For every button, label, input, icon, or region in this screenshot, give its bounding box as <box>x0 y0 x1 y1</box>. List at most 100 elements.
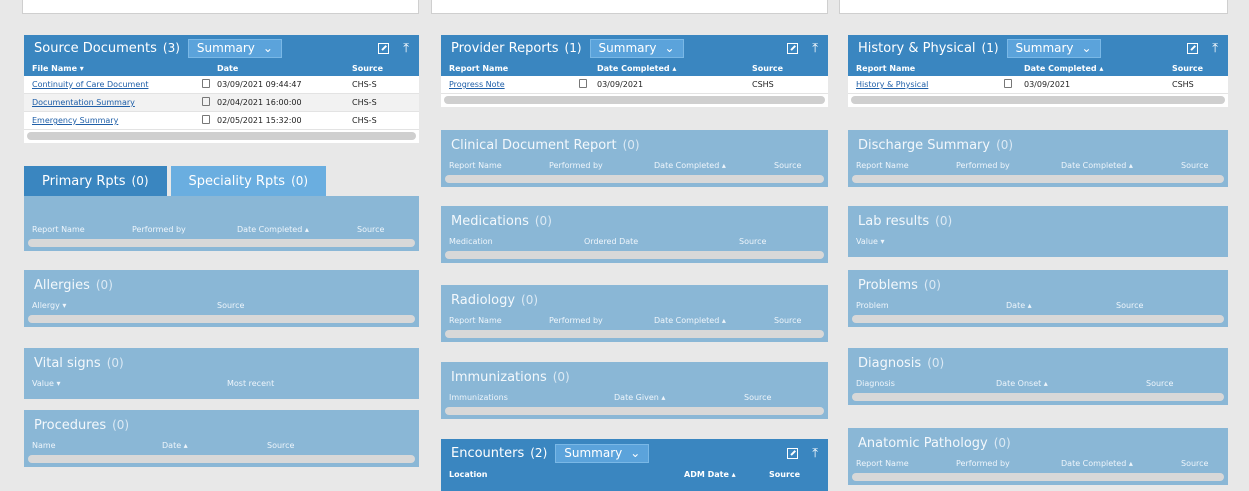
table-row[interactable]: Progress Note 03/09/2021 CSHS <box>441 76 828 94</box>
summary-dropdown[interactable]: Summary ⌄ <box>589 38 684 58</box>
col-date-completed[interactable]: Date Completed ▴ <box>237 225 357 234</box>
col-source[interactable]: Source <box>774 316 801 325</box>
col-source[interactable]: Source <box>739 237 766 246</box>
horizontal-scrollbar[interactable] <box>445 330 824 338</box>
col-source[interactable]: Source <box>774 161 801 170</box>
col-source[interactable]: Source <box>752 64 783 73</box>
col-source[interactable]: Source <box>1146 379 1173 388</box>
col-report-name[interactable]: Report Name <box>856 64 1024 73</box>
col-report-name[interactable]: Report Name <box>32 225 132 234</box>
col-problem[interactable]: Problem <box>856 301 1006 310</box>
col-date-completed[interactable]: Date Completed ▴ <box>654 316 774 325</box>
horizontal-scrollbar[interactable] <box>852 473 1224 481</box>
col-source[interactable]: Source <box>357 225 384 234</box>
col-report-name[interactable]: Report Name <box>856 161 956 170</box>
document-icon[interactable] <box>202 79 210 88</box>
col-immunizations[interactable]: Immunizations <box>449 393 614 402</box>
external-window-icon[interactable] <box>378 42 390 54</box>
document-icon[interactable] <box>1004 79 1012 88</box>
table-row[interactable]: Continuity of Care Document 03/09/2021 0… <box>24 76 419 94</box>
col-date[interactable]: Date <box>217 64 352 73</box>
tab-primary-rpts[interactable]: Primary Rpts (0) <box>24 166 167 196</box>
col-source[interactable]: Source <box>1172 64 1203 73</box>
col-date-given[interactable]: Date Given ▴ <box>614 393 744 402</box>
panel-title: Radiology <box>451 292 516 308</box>
document-icon[interactable] <box>202 115 210 124</box>
collapse-up-icon[interactable]: ⤒ <box>812 446 818 461</box>
table-row[interactable]: Emergency Summary 02/05/2021 15:32:00 CH… <box>24 112 419 130</box>
col-performed-by[interactable]: Performed by <box>956 161 1061 170</box>
col-source[interactable]: Source <box>1181 161 1208 170</box>
col-date-completed[interactable]: Date Completed ▴ <box>654 161 774 170</box>
col-allergy[interactable]: Allergy ▾ <box>32 301 217 310</box>
document-icon[interactable] <box>202 97 210 106</box>
external-window-icon[interactable] <box>1187 42 1199 54</box>
col-source[interactable]: Source <box>769 470 800 479</box>
col-ordered-date[interactable]: Ordered Date <box>584 237 739 246</box>
report-link[interactable]: Progress Note <box>449 80 505 89</box>
col-most-recent[interactable]: Most recent <box>227 379 274 388</box>
col-date-completed[interactable]: Date Completed ▴ <box>1061 459 1181 468</box>
col-performed-by[interactable]: Performed by <box>549 316 654 325</box>
scroll-area <box>24 130 419 143</box>
horizontal-scrollbar[interactable] <box>27 132 416 140</box>
col-date-completed[interactable]: Date Completed ▴ <box>597 64 752 73</box>
summary-dropdown[interactable]: Summary ⌄ <box>1006 38 1101 58</box>
col-location[interactable]: Location <box>449 470 684 479</box>
col-performed-by[interactable]: Performed by <box>549 161 654 170</box>
horizontal-scrollbar[interactable] <box>28 315 415 323</box>
col-date-completed[interactable]: Date Completed ▴ <box>1024 64 1172 73</box>
col-value[interactable]: Value ▾ <box>32 379 227 388</box>
col-value[interactable]: Value ▾ <box>856 237 885 246</box>
col-date-onset[interactable]: Date Onset ▴ <box>996 379 1146 388</box>
horizontal-scrollbar[interactable] <box>852 175 1224 183</box>
tab-speciality-rpts[interactable]: Speciality Rpts (0) <box>170 166 327 196</box>
diagnosis-header: Diagnosis (0) <box>848 348 1228 376</box>
col-date-completed[interactable]: Date Completed ▴ <box>1061 161 1181 170</box>
external-window-icon[interactable] <box>787 447 799 459</box>
col-source[interactable]: Source <box>1116 301 1143 310</box>
scroll-area <box>24 237 419 251</box>
horizontal-scrollbar[interactable] <box>445 251 824 259</box>
horizontal-scrollbar[interactable] <box>852 393 1224 401</box>
col-date[interactable]: Date ▴ <box>1006 301 1116 310</box>
document-link[interactable]: Emergency Summary <box>32 116 118 125</box>
collapse-up-icon[interactable]: ⤒ <box>812 41 818 56</box>
document-icon[interactable] <box>579 79 587 88</box>
horizontal-scrollbar[interactable] <box>851 96 1225 104</box>
col-adm-date[interactable]: ADM Date ▴ <box>684 470 769 479</box>
external-window-icon[interactable] <box>787 42 799 54</box>
horizontal-scrollbar[interactable] <box>445 407 824 415</box>
collapse-up-icon[interactable]: ⤒ <box>403 41 409 56</box>
col-diagnosis[interactable]: Diagnosis <box>856 379 996 388</box>
report-link[interactable]: History & Physical <box>856 80 928 89</box>
col-file-name[interactable]: File Name ▾ <box>32 64 217 73</box>
col-report-name[interactable]: Report Name <box>449 161 549 170</box>
horizontal-scrollbar[interactable] <box>852 315 1224 323</box>
summary-dropdown[interactable]: Summary ⌄ <box>187 38 282 58</box>
col-source[interactable]: Source <box>1181 459 1208 468</box>
col-medication[interactable]: Medication <box>449 237 584 246</box>
table-row[interactable]: Documentation Summary 02/04/2021 16:00:0… <box>24 94 419 112</box>
col-report-name[interactable]: Report Name <box>449 316 549 325</box>
horizontal-scrollbar[interactable] <box>445 175 824 183</box>
col-source[interactable]: Source <box>352 64 383 73</box>
horizontal-scrollbar[interactable] <box>444 96 825 104</box>
col-performed-by[interactable]: Performed by <box>132 225 237 234</box>
col-report-name[interactable]: Report Name <box>856 459 956 468</box>
table-row[interactable]: History & Physical 03/09/2021 CSHS <box>848 76 1228 94</box>
horizontal-scrollbar[interactable] <box>28 455 415 463</box>
col-performed-by[interactable]: Performed by <box>956 459 1061 468</box>
col-name[interactable]: Name <box>32 441 162 450</box>
collapse-up-icon[interactable]: ⤒ <box>1212 41 1218 56</box>
summary-dropdown[interactable]: Summary ⌄ <box>555 443 650 463</box>
col-source[interactable]: Source <box>217 301 244 310</box>
col-source[interactable]: Source <box>267 441 294 450</box>
horizontal-scrollbar[interactable] <box>28 239 415 247</box>
column-headers: Report Name Performed by Date Completed … <box>441 313 828 328</box>
document-link[interactable]: Continuity of Care Document <box>32 80 148 89</box>
col-source[interactable]: Source <box>744 393 771 402</box>
col-date[interactable]: Date ▴ <box>162 441 267 450</box>
col-report-name[interactable]: Report Name <box>449 64 597 73</box>
document-link[interactable]: Documentation Summary <box>32 98 135 107</box>
